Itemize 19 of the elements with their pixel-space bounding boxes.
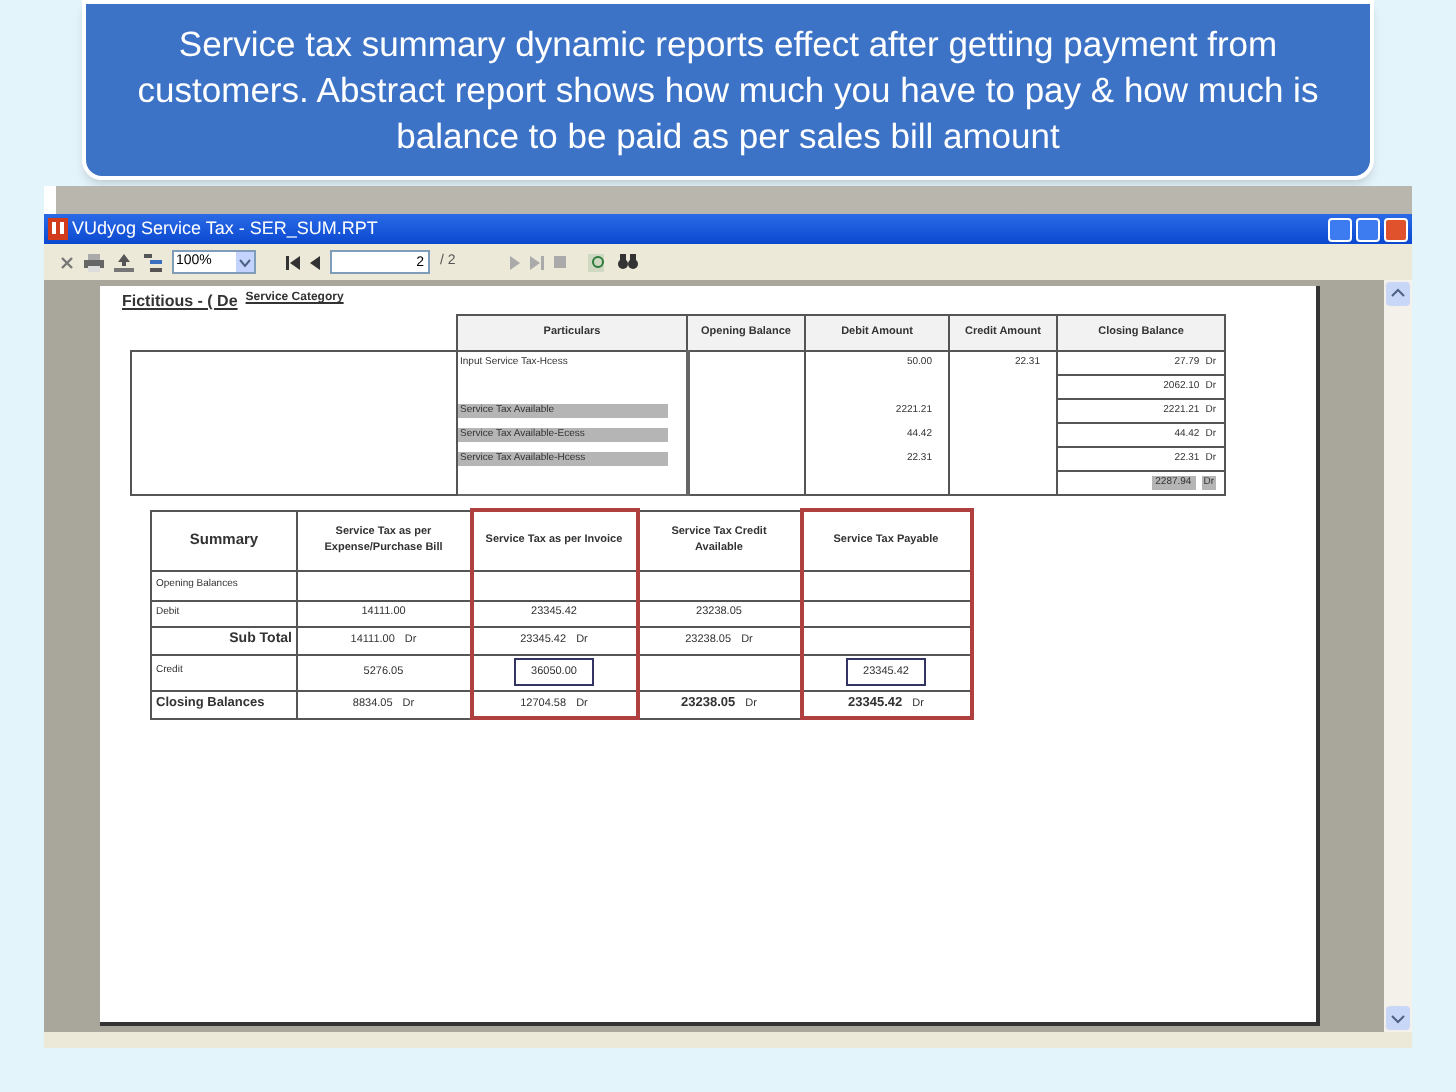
- previous-page-icon[interactable]: [310, 255, 320, 269]
- tree-icon[interactable]: [144, 253, 162, 271]
- export-icon[interactable]: [114, 253, 134, 271]
- close-icon[interactable]: [60, 255, 74, 269]
- caption-banner: Service tax summary dynamic reports effect after getting payment from customers. Abstract report shows how much you have to pay & how much is balance to be paid as per sales bill amount: [82, 0, 1374, 180]
- first-page-icon[interactable]: [286, 255, 300, 269]
- window-title: VUdyog Service Tax - SER_SUM.RPT: [72, 215, 380, 242]
- close-button[interactable]: [1384, 217, 1408, 241]
- vertical-scrollbar[interactable]: [1384, 280, 1412, 1032]
- minimize-button[interactable]: [1328, 217, 1352, 241]
- scroll-up-icon[interactable]: [1384, 280, 1412, 308]
- binoculars-icon[interactable]: [617, 254, 638, 270]
- maximize-button[interactable]: [1356, 217, 1380, 241]
- printer-icon[interactable]: [84, 253, 104, 271]
- search-icon[interactable]: [587, 253, 608, 271]
- app-icon: [48, 218, 68, 240]
- scroll-down-icon[interactable]: [1384, 1004, 1412, 1032]
- caret-icon: [236, 252, 254, 272]
- company-name: Fictitious - ( De: [122, 290, 238, 314]
